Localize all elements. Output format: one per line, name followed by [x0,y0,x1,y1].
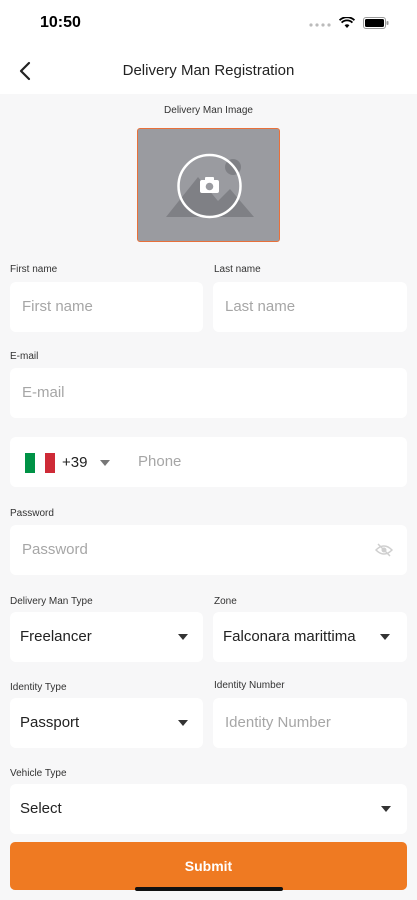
home-indicator [135,887,283,891]
chevron-down-icon [178,720,188,726]
last-name-placeholder: Last name [225,298,296,315]
identity-number-label: Identity Number [214,680,285,691]
submit-button[interactable]: Submit [10,842,407,890]
delivery-man-type-select[interactable]: Freelancer [10,612,203,662]
password-label: Password [10,508,54,519]
status-bar: 10:50 [0,0,417,48]
identity-number-field[interactable]: Identity Number [213,698,407,748]
eye-off-icon[interactable] [375,543,393,557]
identity-number-placeholder: Identity Number [225,714,331,731]
password-field[interactable]: Password [10,525,407,575]
chevron-down-icon [380,634,390,640]
phone-field[interactable]: +39 Phone [10,437,407,487]
last-name-field[interactable]: Last name [213,282,407,332]
identity-type-select[interactable]: Passport [10,698,203,748]
first-name-label: First name [10,264,58,275]
first-name-placeholder: First name [22,298,93,315]
vehicle-type-label: Vehicle Type [10,768,67,779]
identity-type-label: Identity Type [10,682,67,693]
country-code-picker[interactable]: +39 [25,453,117,473]
phone-placeholder: Phone [138,453,182,470]
chevron-down-icon [381,806,391,812]
camera-icon [177,153,242,219]
page-title: Delivery Man Registration [122,62,295,79]
chevron-down-icon [100,460,110,466]
chevron-down-icon [178,634,188,640]
password-placeholder: Password [22,541,88,558]
status-icons [309,16,389,34]
email-field[interactable]: E-mail [10,368,407,418]
app-bar: Delivery Man Registration [0,48,417,94]
italy-flag-icon [25,453,55,473]
first-name-field[interactable]: First name [10,282,203,332]
delivery-man-type-value: Freelancer [20,628,92,645]
zone-select[interactable]: Falconara marittima [213,612,407,662]
zone-label: Zone [214,596,237,607]
wifi-icon [338,16,356,34]
email-label: E-mail [10,351,39,362]
delivery-man-type-label: Delivery Man Type [10,596,93,607]
email-placeholder: E-mail [22,384,65,401]
battery-icon [363,16,389,34]
vehicle-type-value: Select [20,800,62,817]
signal-icon [309,16,331,34]
last-name-label: Last name [214,264,261,275]
country-code: +39 [62,454,88,471]
image-picker[interactable] [137,128,280,242]
zone-value: Falconara marittima [223,628,356,645]
status-time: 10:50 [40,14,81,31]
image-label: Delivery Man Image [164,105,253,116]
identity-type-value: Passport [20,714,80,731]
registration-form: Delivery Man Image First name Last name … [0,94,417,900]
vehicle-type-select[interactable]: Select [10,784,407,834]
